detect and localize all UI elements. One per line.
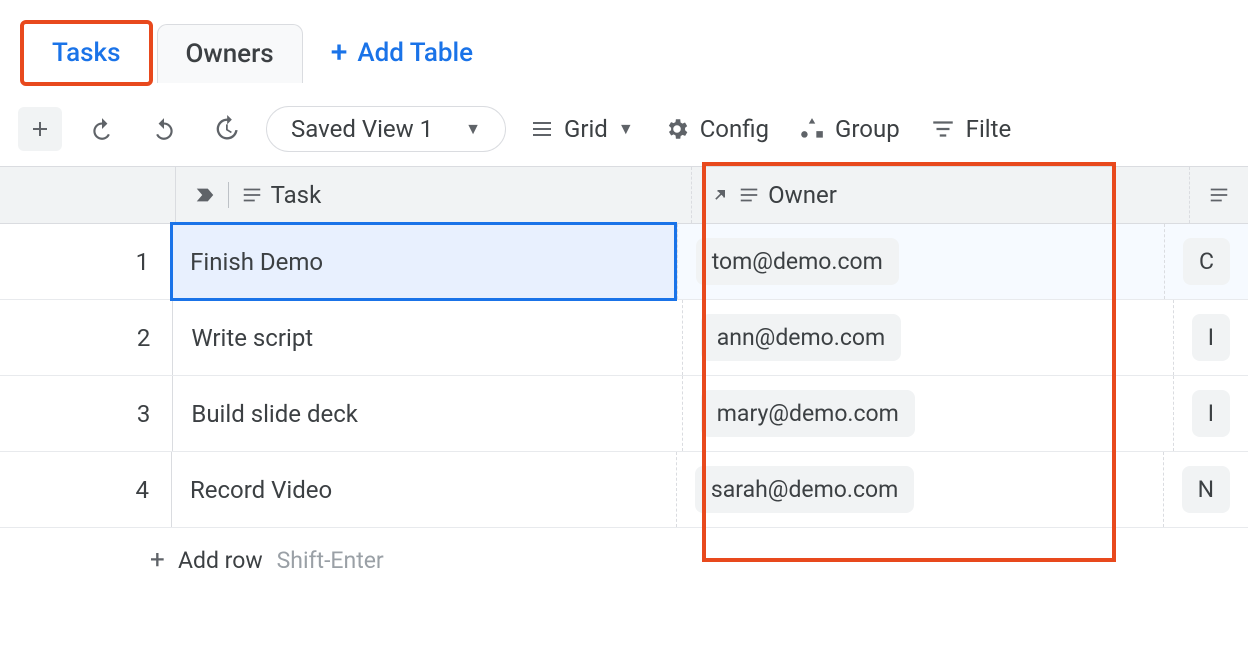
plus-icon: + xyxy=(331,38,348,68)
column-header-task[interactable]: Task xyxy=(176,167,693,223)
cell-owner[interactable]: sarah@demo.com xyxy=(677,452,1164,527)
cell-owner[interactable]: ann@demo.com xyxy=(683,300,1174,375)
task-value: Write script xyxy=(191,324,313,352)
group-label: Group xyxy=(835,115,900,143)
owner-chip: tom@demo.com xyxy=(696,238,899,285)
add-row-hint: Shift-Enter xyxy=(277,547,384,574)
data-table: Task Owner 1 Finish Demo tom@demo.com C … xyxy=(0,166,1248,592)
task-value: Record Video xyxy=(190,476,332,504)
redo-button[interactable] xyxy=(142,107,186,151)
saved-view-dropdown[interactable]: Saved View 1 ▼ xyxy=(266,106,506,152)
saved-view-label: Saved View 1 xyxy=(291,115,433,143)
table-row[interactable]: 3 Build slide deck mary@demo.com I xyxy=(0,376,1248,452)
add-table-label: Add Table xyxy=(357,38,473,68)
cell-task[interactable]: Finish Demo xyxy=(172,224,678,299)
divider xyxy=(228,182,229,208)
history-icon xyxy=(212,115,240,143)
tab-tasks[interactable]: Tasks xyxy=(20,20,153,86)
add-row-label: Add row xyxy=(178,547,263,574)
grid-label: Grid xyxy=(564,115,608,143)
filter-label: Filte xyxy=(966,115,1012,143)
owner-chip: sarah@demo.com xyxy=(695,466,914,513)
view-type-dropdown[interactable]: Grid ▼ xyxy=(524,107,640,151)
text-icon xyxy=(241,184,263,206)
rownum-header xyxy=(0,167,176,223)
list-icon xyxy=(530,117,554,141)
cell-task[interactable]: Build slide deck xyxy=(173,376,682,451)
undo-button[interactable] xyxy=(80,107,124,151)
owner-chip: mary@demo.com xyxy=(701,390,915,437)
column-header-owner[interactable]: Owner xyxy=(692,167,1190,223)
table-row[interactable]: 1 Finish Demo tom@demo.com C xyxy=(0,224,1248,300)
row-number: 1 xyxy=(0,224,172,299)
column-task-label: Task xyxy=(271,181,322,209)
add-button[interactable] xyxy=(18,107,62,151)
add-table-button[interactable]: + Add Table xyxy=(307,24,497,82)
extra-chip: I xyxy=(1192,314,1230,361)
row-number: 4 xyxy=(0,452,172,527)
cell-owner[interactable]: mary@demo.com xyxy=(683,376,1174,451)
text-icon xyxy=(1208,184,1230,206)
cell-extra[interactable]: N xyxy=(1164,452,1248,527)
column-owner-label: Owner xyxy=(768,181,837,209)
cell-task[interactable]: Record Video xyxy=(172,452,677,527)
add-row-area[interactable]: + Add row Shift-Enter xyxy=(0,528,1248,592)
cell-extra[interactable]: I xyxy=(1174,376,1248,451)
redo-icon xyxy=(151,116,177,142)
table-row[interactable]: 2 Write script ann@demo.com I xyxy=(0,300,1248,376)
filter-button[interactable]: Filte xyxy=(924,107,1018,151)
history-button[interactable] xyxy=(204,107,248,151)
tag-icon xyxy=(194,184,216,206)
extra-chip: N xyxy=(1182,466,1230,513)
gear-icon xyxy=(664,116,690,142)
tab-owners[interactable]: Owners xyxy=(157,24,303,83)
column-header-extra[interactable] xyxy=(1190,167,1248,223)
task-value: Build slide deck xyxy=(191,400,358,428)
filter-icon xyxy=(930,116,956,142)
group-icon xyxy=(799,116,825,142)
cell-extra[interactable]: I xyxy=(1174,300,1248,375)
extra-chip: C xyxy=(1183,238,1230,285)
row-number: 2 xyxy=(0,300,173,375)
group-button[interactable]: Group xyxy=(793,107,906,151)
owner-chip: ann@demo.com xyxy=(701,314,901,361)
cell-extra[interactable]: C xyxy=(1165,224,1248,299)
plus-icon xyxy=(28,117,52,141)
config-label: Config xyxy=(700,115,769,143)
cell-task[interactable]: Write script xyxy=(173,300,682,375)
cell-owner[interactable]: tom@demo.com xyxy=(678,224,1165,299)
plus-icon: + xyxy=(150,545,178,575)
config-button[interactable]: Config xyxy=(658,107,775,151)
undo-icon xyxy=(89,116,115,142)
chevron-down-icon: ▼ xyxy=(618,119,634,139)
task-value: Finish Demo xyxy=(190,248,323,276)
row-number: 3 xyxy=(0,376,173,451)
text-icon xyxy=(738,184,760,206)
table-row[interactable]: 4 Record Video sarah@demo.com N xyxy=(0,452,1248,528)
arrow-up-right-icon xyxy=(710,185,730,205)
table-header-row: Task Owner xyxy=(0,166,1248,224)
chevron-down-icon: ▼ xyxy=(465,119,481,139)
extra-chip: I xyxy=(1192,390,1230,437)
